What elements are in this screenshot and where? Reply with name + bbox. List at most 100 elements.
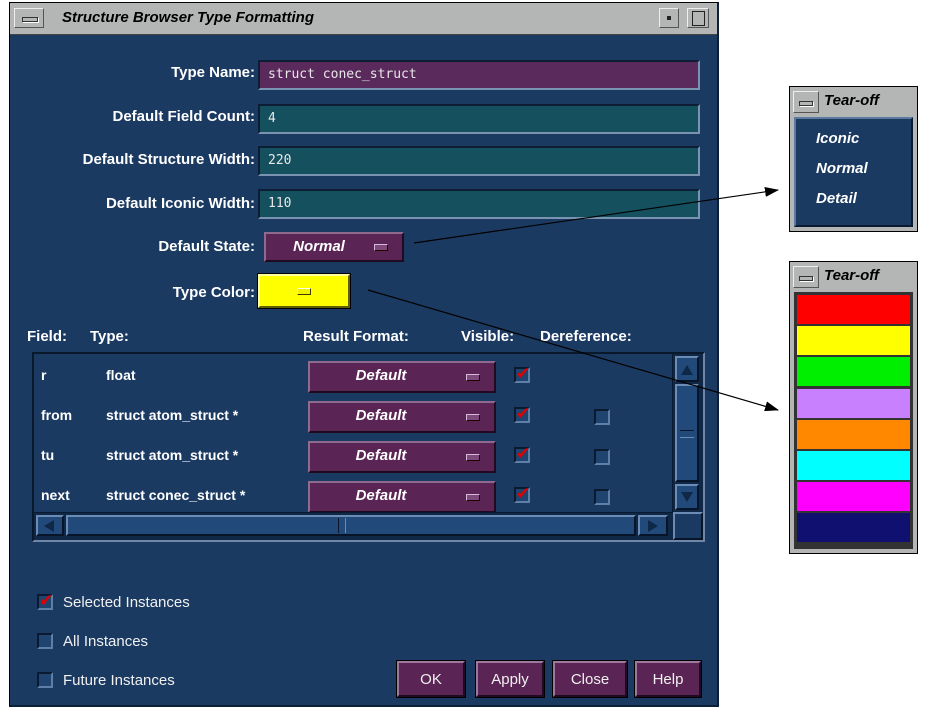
result-format-value: Default	[355, 367, 407, 384]
table-row: r float Default ✔	[34, 357, 674, 397]
color-swatch[interactable]	[797, 451, 910, 480]
option-menu-icon	[374, 244, 388, 251]
menu-item-iconic[interactable]: Iconic	[816, 130, 859, 147]
result-format-menu[interactable]: Default	[308, 401, 496, 433]
title-bar[interactable]: Structure Browser Type Formatting	[10, 3, 717, 35]
window-menu-button[interactable]	[793, 266, 819, 288]
result-format-value: Default	[355, 447, 407, 464]
selected-instances-label: Selected Instances	[63, 594, 190, 611]
window-title: Structure Browser Type Formatting	[62, 9, 314, 26]
ok-button[interactable]: OK	[396, 660, 466, 698]
result-format-menu[interactable]: Default	[308, 481, 496, 513]
visible-checkbox[interactable]: ✔	[514, 364, 531, 383]
type-formatting-window: Structure Browser Type Formatting Type N…	[9, 2, 719, 707]
field-name: next	[41, 487, 70, 503]
color-swatch-list	[794, 292, 913, 549]
type-color-button[interactable]	[257, 273, 351, 309]
menu-item-normal[interactable]: Normal	[816, 160, 868, 177]
checkmark-icon: ✔	[516, 364, 531, 383]
default-state-value: Normal	[293, 238, 345, 255]
default-structure-width-label: Default Structure Width:	[82, 151, 255, 168]
type-name-label: Type Name:	[171, 64, 255, 81]
checkmark-icon: ✔	[516, 484, 531, 503]
all-instances-label: All Instances	[63, 633, 149, 650]
vertical-scroll-thumb[interactable]	[675, 384, 699, 482]
type-color-label: Type Color:	[172, 284, 255, 301]
default-iconic-width-field[interactable]: 110	[258, 189, 700, 219]
selected-instances-checkbox[interactable]: ✔	[37, 591, 54, 610]
window-menu-button[interactable]	[14, 8, 44, 28]
tearoff-title: Tear-off	[824, 267, 880, 284]
apply-button[interactable]: Apply	[475, 660, 545, 698]
table-row: from struct atom_struct * Default ✔	[34, 397, 674, 437]
color-swatch[interactable]	[797, 482, 910, 512]
color-swatch[interactable]	[797, 513, 910, 543]
maximize-button[interactable]	[687, 8, 709, 28]
help-button[interactable]: Help	[634, 660, 702, 698]
color-swatch[interactable]	[797, 295, 910, 324]
visible-checkbox[interactable]: ✔	[514, 484, 531, 503]
checkmark-icon: ✔	[39, 591, 54, 610]
result-format-menu[interactable]: Default	[308, 361, 496, 393]
default-state-menu[interactable]: Normal	[264, 232, 404, 262]
visible-checkbox[interactable]: ✔	[514, 444, 531, 463]
horizontal-scrollbar[interactable]	[34, 512, 673, 540]
dereference-column-header: Dereference:	[540, 328, 632, 345]
tearoff-title: Tear-off	[824, 92, 880, 109]
state-options-panel: Iconic Normal Detail	[794, 117, 913, 227]
option-menu-icon	[297, 288, 311, 295]
window-menu-button[interactable]	[793, 91, 819, 113]
color-swatch[interactable]	[797, 357, 910, 387]
type-column-header: Type:	[90, 328, 129, 345]
field-name: from	[41, 407, 73, 423]
default-field-count-field[interactable]: 4	[258, 104, 700, 134]
visible-checkbox[interactable]: ✔	[514, 404, 531, 423]
default-structure-width-field[interactable]: 220	[258, 146, 700, 176]
dereference-checkbox[interactable]	[594, 449, 610, 465]
scroll-right-arrow-icon[interactable]	[638, 515, 668, 536]
checkmark-icon: ✔	[516, 404, 531, 423]
menu-item-detail[interactable]: Detail	[816, 190, 857, 207]
vertical-scrollbar[interactable]	[672, 354, 703, 514]
color-tearoff-menu: Tear-off	[789, 261, 918, 554]
color-swatch[interactable]	[797, 419, 910, 449]
close-button[interactable]: Close	[552, 660, 628, 698]
result-format-menu[interactable]: Default	[308, 441, 496, 473]
tearoff-title-bar[interactable]: Tear-off	[790, 262, 917, 291]
horizontal-scroll-thumb[interactable]	[66, 515, 636, 536]
checkmark-icon: ✔	[516, 444, 531, 463]
field-type: struct atom_struct *	[106, 447, 239, 463]
default-field-count-label: Default Field Count:	[112, 108, 256, 125]
visible-column-header: Visible:	[461, 328, 515, 345]
option-menu-icon	[466, 494, 480, 501]
table-row: tu struct atom_struct * Default ✔	[34, 437, 674, 477]
scroll-up-arrow-icon[interactable]	[675, 356, 699, 382]
color-swatch[interactable]	[797, 388, 910, 418]
type-name-field[interactable]: struct conec_struct	[258, 60, 700, 90]
default-state-label: Default State:	[158, 238, 255, 255]
tearoff-title-bar[interactable]: Tear-off	[790, 87, 917, 116]
state-tearoff-menu: Tear-off Iconic Normal Detail	[789, 86, 918, 232]
scroll-left-arrow-icon[interactable]	[36, 515, 64, 536]
fields-table: r float Default ✔ from struct atom_struc…	[32, 352, 705, 542]
option-menu-icon	[466, 454, 480, 461]
field-type: float	[106, 367, 136, 383]
scrollbar-corner	[673, 512, 703, 540]
minimize-button[interactable]	[659, 8, 679, 28]
future-instances-checkbox[interactable]	[37, 672, 53, 688]
field-name: tu	[41, 447, 55, 463]
scroll-down-arrow-icon[interactable]	[675, 484, 699, 510]
result-format-value: Default	[355, 487, 407, 504]
table-row: next struct conec_struct * Default ✔	[34, 477, 674, 517]
dereference-checkbox[interactable]	[594, 409, 610, 425]
option-menu-icon	[466, 414, 480, 421]
color-swatch[interactable]	[797, 326, 910, 356]
dereference-checkbox[interactable]	[594, 489, 610, 505]
default-iconic-width-label: Default Iconic Width:	[105, 195, 255, 212]
all-instances-checkbox[interactable]	[37, 633, 53, 649]
result-format-column-header: Result Format:	[303, 328, 409, 345]
field-type: struct atom_struct *	[106, 407, 239, 423]
future-instances-label: Future Instances	[63, 672, 175, 689]
option-menu-icon	[466, 374, 480, 381]
field-type: struct conec_struct *	[106, 487, 246, 503]
